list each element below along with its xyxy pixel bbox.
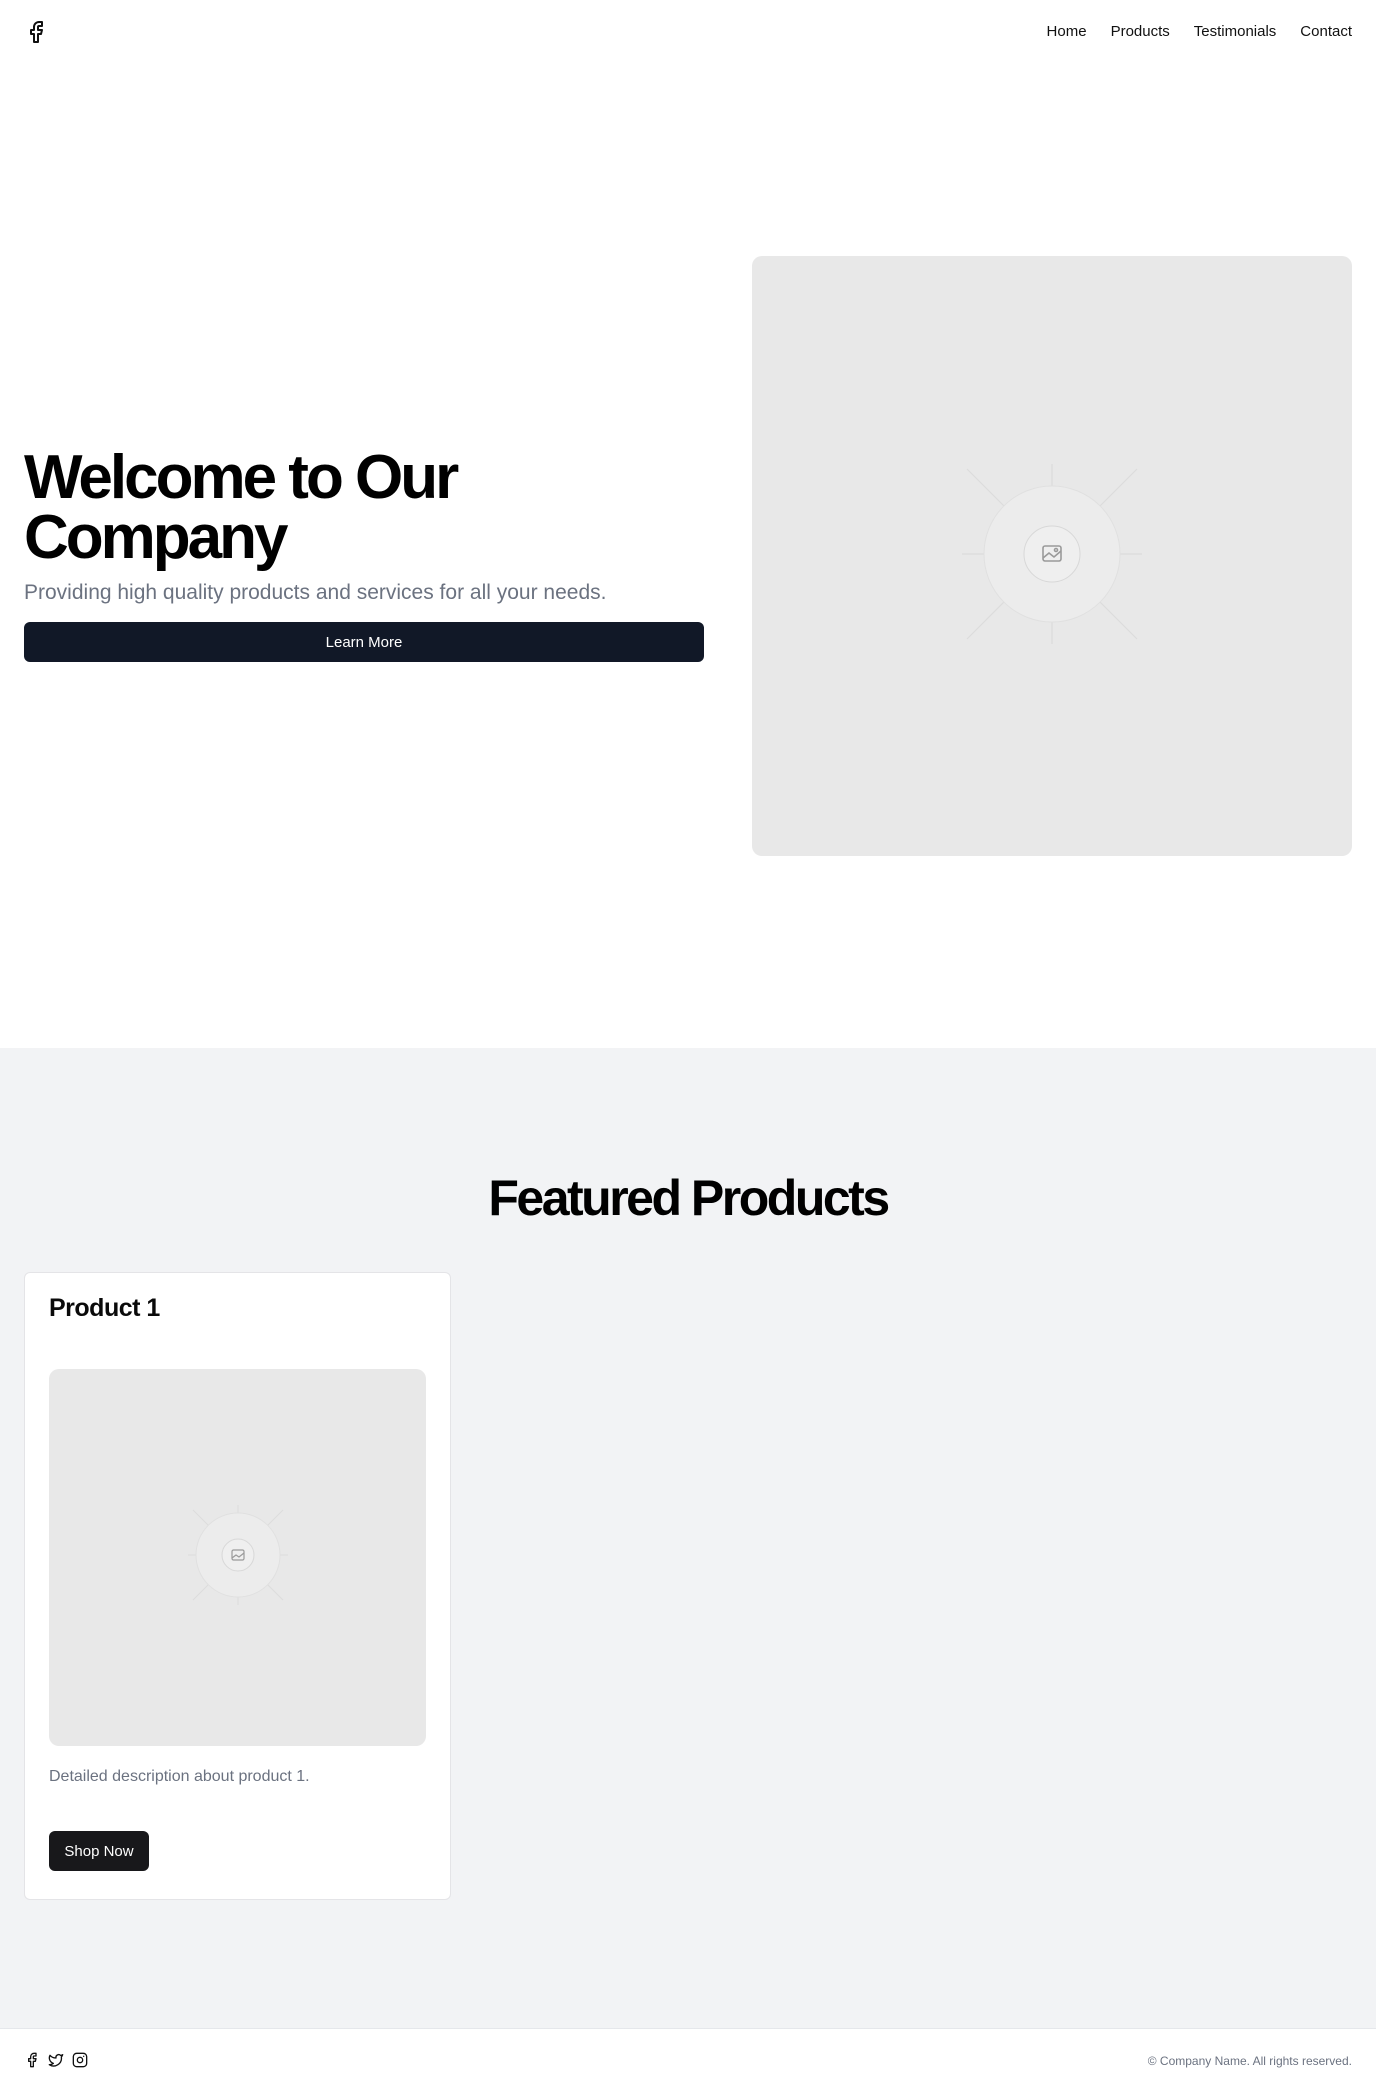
main-nav: Home Products Testimonials Contact	[1047, 22, 1352, 42]
product-card: Product 1 Detailed description about pro…	[24, 1272, 451, 1900]
image-placeholder-icon	[183, 1500, 293, 1615]
instagram-icon[interactable]	[72, 2052, 88, 2068]
nav-link-products[interactable]: Products	[1111, 22, 1170, 42]
site-header: Home Products Testimonials Contact	[0, 0, 1376, 64]
nav-link-home[interactable]: Home	[1047, 22, 1087, 42]
nav-link-testimonials[interactable]: Testimonials	[1194, 22, 1277, 42]
copyright-text: © Company Name. All rights reserved.	[1147, 2054, 1352, 2068]
nav-link-contact[interactable]: Contact	[1300, 22, 1352, 42]
section-title: Featured Products	[488, 1170, 890, 1226]
featured-products-section: Featured Products Product 1 Detailed des…	[0, 1048, 1376, 2028]
social-links	[24, 2052, 88, 2068]
site-footer: © Company Name. All rights reserved.	[0, 2028, 1376, 2092]
hero-image	[752, 256, 1352, 856]
facebook-icon[interactable]	[24, 2052, 40, 2068]
image-placeholder-icon	[952, 454, 1152, 659]
product-title: Product 1	[49, 1294, 160, 1322]
hero-title: Welcome to Our Company	[24, 443, 459, 572]
hero-subtitle: Providing high quality products and serv…	[24, 581, 607, 604]
product-description: Detailed description about product 1.	[49, 1768, 310, 1785]
learn-more-button[interactable]: Learn More	[24, 622, 704, 662]
facebook-icon[interactable]	[24, 19, 48, 45]
twitter-icon[interactable]	[48, 2052, 64, 2068]
product-image	[49, 1369, 426, 1746]
shop-now-button[interactable]: Shop Now	[49, 1831, 149, 1871]
